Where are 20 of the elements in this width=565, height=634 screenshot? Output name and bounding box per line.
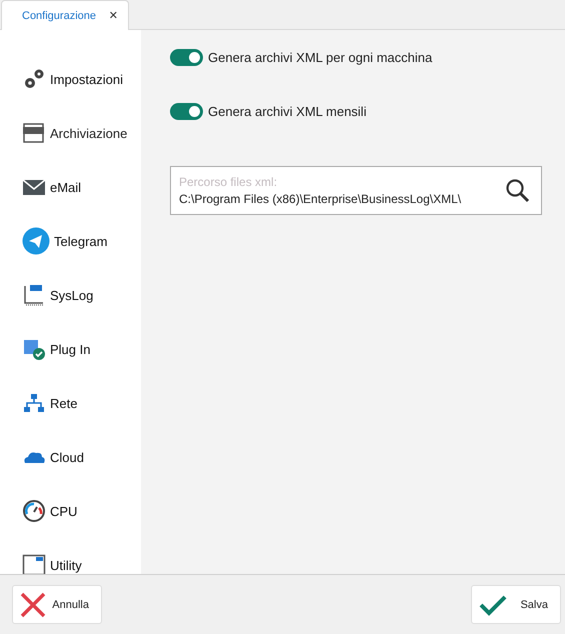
window-icon [22,553,46,574]
network-icon [22,391,46,415]
save-button[interactable]: Salva [471,585,561,624]
path-field[interactable]: Percorso files xml: C:\Program Files (x86)\Enterprise\BusinessLog\XML\ [170,166,542,215]
cube-check-icon [22,337,46,361]
cancel-button[interactable]: Annulla [12,585,102,624]
gears-icon [22,67,46,91]
close-icon [19,590,47,618]
tab[interactable]: Configurazione ✕ [1,0,129,30]
telegram-icon [22,227,50,255]
toggle-label: Genera archivi XML per ogni macchina [208,50,432,64]
checkmark-icon [478,592,508,616]
log-chip-icon [22,283,46,307]
toggle-label: Genera archivi XML mensili [208,104,366,118]
toggle-switch[interactable] [170,102,203,120]
search-icon[interactable] [505,178,531,204]
toggle-switch[interactable] [170,48,203,66]
close-icon[interactable]: ✕ [108,9,118,22]
xml-file-icon [22,121,46,145]
gauge-icon [22,499,46,523]
